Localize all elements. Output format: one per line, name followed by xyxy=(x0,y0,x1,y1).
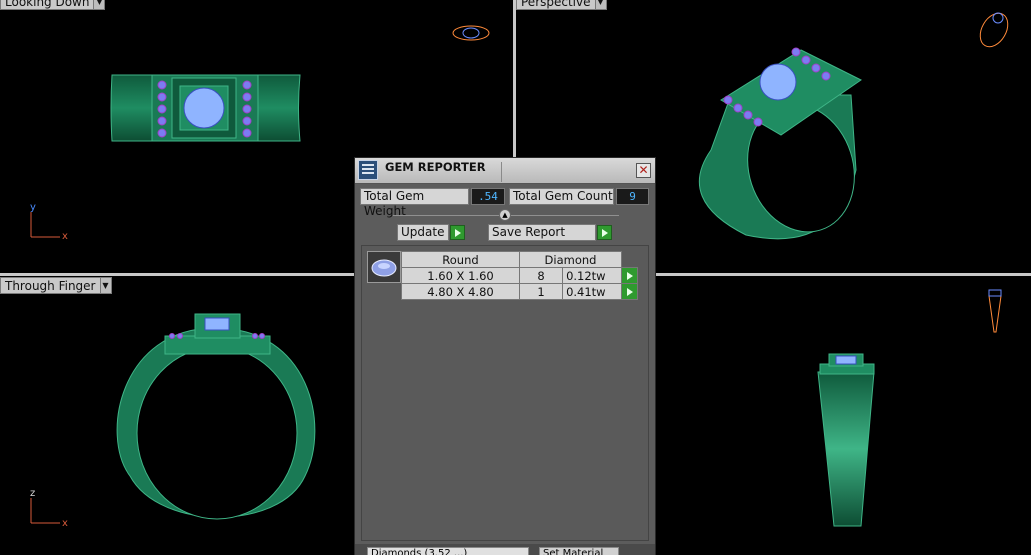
gem-reporter-logo-icon xyxy=(358,160,378,180)
save-report-play-arrow-icon[interactable] xyxy=(597,225,612,240)
header-shape: Round xyxy=(401,251,520,268)
svg-text:z: z xyxy=(30,488,35,499)
row-play-arrow-icon[interactable] xyxy=(621,283,638,300)
total-gem-count-value: 9 xyxy=(616,188,649,205)
gem-table: Round Diamond 1.60 X 1.60 8 0.12tw 4.80 … xyxy=(401,251,638,300)
update-button[interactable]: Update xyxy=(397,224,449,241)
save-report-button[interactable]: Save Report xyxy=(488,224,596,241)
svg-text:x: x xyxy=(62,518,68,529)
gem-reporter-title: GEM REPORTER xyxy=(385,160,486,174)
total-gem-weight-label: Total Gem Weight xyxy=(360,188,469,218)
collapse-toggle-icon[interactable]: ▲ xyxy=(499,209,511,221)
gem-weight: 0.41tw xyxy=(562,283,622,300)
total-gem-count-label: Total Gem Count xyxy=(509,188,614,205)
gem-table-header: Round Diamond xyxy=(401,251,638,268)
orientation-cube-icon xyxy=(979,12,1009,48)
material-dropdown[interactable]: Diamonds (3.52 ...) xyxy=(367,547,529,555)
svg-text:y: y xyxy=(30,202,36,213)
gem-reporter-panel: GEM REPORTER ✕ Total Gem Weight .54 Tota… xyxy=(354,157,656,555)
svg-text:x: x xyxy=(62,231,68,242)
title-separator xyxy=(501,162,502,182)
table-row[interactable]: 4.80 X 4.80 1 0.41tw xyxy=(401,283,638,300)
axis-gizmo: y x xyxy=(30,202,68,242)
orientation-cube-icon xyxy=(988,289,1002,333)
gem-reporter-titlebar[interactable]: GEM REPORTER ✕ xyxy=(355,158,655,184)
round-gem-icon[interactable] xyxy=(367,251,401,283)
update-play-arrow-icon[interactable] xyxy=(450,225,465,240)
gem-list: Round Diamond 1.60 X 1.60 8 0.12tw 4.80 … xyxy=(361,245,649,541)
orientation-cube-icon xyxy=(452,25,490,41)
gem-size: 1.60 X 1.60 xyxy=(401,267,520,284)
header-material: Diamond xyxy=(519,251,622,268)
set-material-button[interactable]: Set Material xyxy=(539,547,619,555)
total-gem-weight-value: .54 xyxy=(471,188,505,205)
gem-weight: 0.12tw xyxy=(562,267,622,284)
gem-count: 8 xyxy=(518,267,564,284)
axis-gizmo: z x xyxy=(30,488,68,529)
row-play-arrow-icon[interactable] xyxy=(621,267,638,284)
gem-size: 4.80 X 4.80 xyxy=(401,283,520,300)
table-row[interactable]: 1.60 X 1.60 8 0.12tw xyxy=(401,267,638,284)
gem-count: 1 xyxy=(518,283,564,300)
close-icon[interactable]: ✕ xyxy=(636,163,651,178)
